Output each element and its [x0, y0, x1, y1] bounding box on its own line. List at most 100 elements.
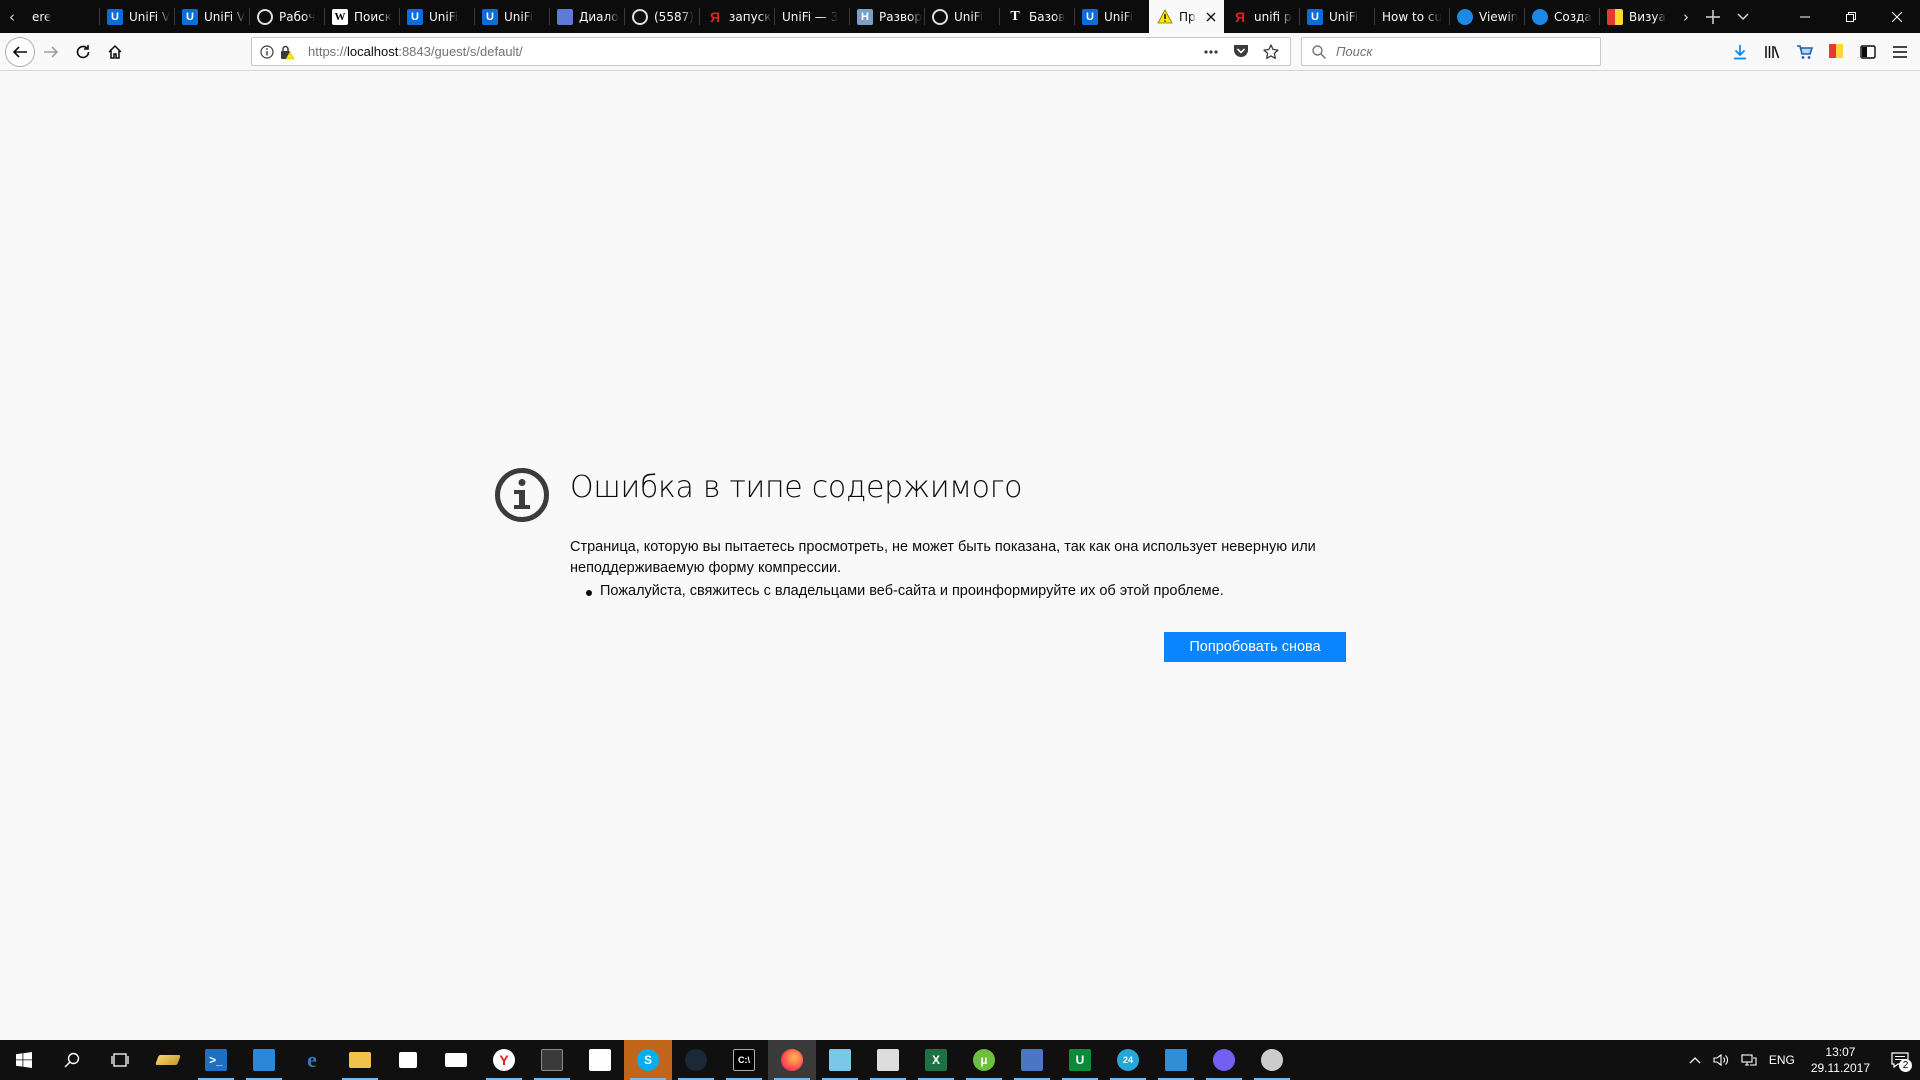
unifi-icon: U [482, 8, 498, 25]
tab-label: UniFi [429, 9, 459, 24]
reload-button[interactable] [67, 36, 99, 68]
url-text[interactable]: https://localhost:8843/guest/s/default/ [308, 44, 523, 59]
taskbar-app-notepad[interactable] [816, 1040, 864, 1080]
downloads-button[interactable] [1724, 36, 1756, 68]
tab[interactable]: U UniFi V [99, 0, 174, 33]
taskbar-app-24[interactable]: 24 [1104, 1040, 1152, 1080]
tab[interactable]: Яunifi p [1224, 0, 1299, 33]
taskbar-app-photos[interactable] [576, 1040, 624, 1080]
flag-extension-button[interactable] [1820, 36, 1852, 68]
taskbar-app-powershell[interactable]: >_ [192, 1040, 240, 1080]
menu-button[interactable] [1884, 36, 1916, 68]
tab[interactable]: U UniFi [399, 0, 474, 33]
scroll-tabs-right-button[interactable]: › [1674, 0, 1698, 33]
taskbar-app-viber[interactable] [1200, 1040, 1248, 1080]
show-hidden-icons-button[interactable] [1683, 1056, 1707, 1064]
new-tab-button[interactable] [1698, 0, 1728, 33]
taskbar-app-remote[interactable] [1152, 1040, 1200, 1080]
taskbar-app-skype[interactable]: S [624, 1040, 672, 1080]
taskbar-app-network[interactable] [1008, 1040, 1056, 1080]
tab[interactable]: U UniFi [1074, 0, 1149, 33]
input-language-button[interactable]: ENG [1763, 1053, 1801, 1067]
forward-button[interactable] [35, 36, 67, 68]
pocket-button[interactable] [1232, 43, 1250, 61]
taskbar-app-printer[interactable] [864, 1040, 912, 1080]
site-info-button[interactable] [258, 43, 276, 61]
search-input[interactable]: Поиск [1336, 44, 1373, 59]
library-icon [1765, 46, 1780, 59]
sidebar-toggle-button[interactable] [1852, 36, 1884, 68]
taskbar-app-utorrent[interactable]: µ [960, 1040, 1008, 1080]
taskbar-app-edge[interactable]: e [288, 1040, 336, 1080]
tab[interactable]: Язапуск [699, 0, 774, 33]
url-path: :8843/guest/s/default/ [398, 44, 523, 59]
cart-icon [1796, 45, 1813, 59]
taskbar-app-notes[interactable] [144, 1040, 192, 1080]
taskbar-app-excel[interactable]: X [912, 1040, 960, 1080]
tab[interactable]: U UniFi V [174, 0, 249, 33]
tab[interactable]: T Базов [999, 0, 1074, 33]
scroll-tabs-left-button[interactable]: ‹ [0, 0, 24, 33]
clock-button[interactable]: 13:07 29.11.2017 [1801, 1044, 1880, 1076]
tab[interactable]: U UniFi [474, 0, 549, 33]
taskbar-search-button[interactable] [48, 1040, 96, 1080]
taskbar-app-terminal[interactable] [528, 1040, 576, 1080]
network-icon [1741, 1054, 1757, 1066]
chevron-up-icon [1689, 1057, 1701, 1064]
tab[interactable]: UniFi — 3 [774, 0, 849, 33]
tab[interactable]: Созда [1524, 0, 1599, 33]
tab-label: Созда [1554, 9, 1592, 24]
restore-button[interactable] [1828, 0, 1874, 33]
tab[interactable]: H Развор [849, 0, 924, 33]
url-bar[interactable]: https://localhost:8843/guest/s/default/ [251, 37, 1291, 66]
back-button[interactable] [5, 36, 35, 67]
taskbar-app-firefox[interactable] [768, 1040, 816, 1080]
tab[interactable]: How to cu [1374, 0, 1449, 33]
bookmark-star-button[interactable] [1262, 43, 1280, 61]
taskbar-app-mail[interactable] [432, 1040, 480, 1080]
taskbar-app-paint[interactable] [1248, 1040, 1296, 1080]
tab[interactable]: Диало [549, 0, 624, 33]
tab[interactable]: Визуа [1599, 0, 1674, 33]
taskbar-app-store[interactable] [384, 1040, 432, 1080]
taskbar-app-yandex[interactable]: Y [480, 1040, 528, 1080]
tab[interactable]: W Поиск [324, 0, 399, 33]
tab[interactable]: U UniFi [1299, 0, 1374, 33]
tab[interactable]: Viewin [1449, 0, 1524, 33]
close-window-button[interactable] [1874, 0, 1920, 33]
try-again-button[interactable]: Попробовать снова [1164, 632, 1346, 662]
task-view-icon [111, 1053, 129, 1067]
navigation-toolbar: https://localhost:8843/guest/s/default/ … [0, 33, 1920, 71]
library-button[interactable] [1756, 36, 1788, 68]
tab[interactable]: Рабоч [249, 0, 324, 33]
connection-security-button[interactable] [278, 43, 296, 61]
steam-icon [685, 1049, 707, 1071]
taskbar-app-office[interactable] [240, 1040, 288, 1080]
minimize-button[interactable] [1782, 0, 1828, 33]
tab-active[interactable]: Пр [1149, 0, 1224, 33]
terminal-icon [541, 1049, 563, 1071]
tab[interactable]: UniFi [924, 0, 999, 33]
home-button[interactable] [99, 36, 131, 68]
all-tabs-button[interactable] [1728, 0, 1758, 33]
tab[interactable]: ere [24, 0, 99, 33]
action-center-button[interactable]: 2 [1880, 1040, 1920, 1080]
cart-extension-button[interactable] [1788, 36, 1820, 68]
taskbar-app-monitor[interactable]: U [1056, 1040, 1104, 1080]
tab-label: UniFi V [129, 9, 171, 24]
notes-app-icon [155, 1055, 181, 1065]
task-view-button[interactable] [96, 1040, 144, 1080]
search-bar[interactable]: Поиск [1301, 37, 1601, 66]
close-tab-button[interactable] [1206, 8, 1216, 26]
taskbar-app-explorer[interactable] [336, 1040, 384, 1080]
page-actions-button[interactable] [1202, 43, 1220, 61]
tab[interactable]: (5587) [624, 0, 699, 33]
taskbar-app-steam[interactable] [672, 1040, 720, 1080]
network-status-button[interactable] [1735, 1053, 1763, 1067]
start-button[interactable] [0, 1040, 48, 1080]
taskbar-app-cmd[interactable]: C:\ [720, 1040, 768, 1080]
tab-label: UniFi [954, 9, 984, 24]
volume-button[interactable] [1707, 1053, 1735, 1067]
unifi-icon: U [1307, 8, 1323, 25]
tab-label: Визуа [1629, 9, 1666, 24]
